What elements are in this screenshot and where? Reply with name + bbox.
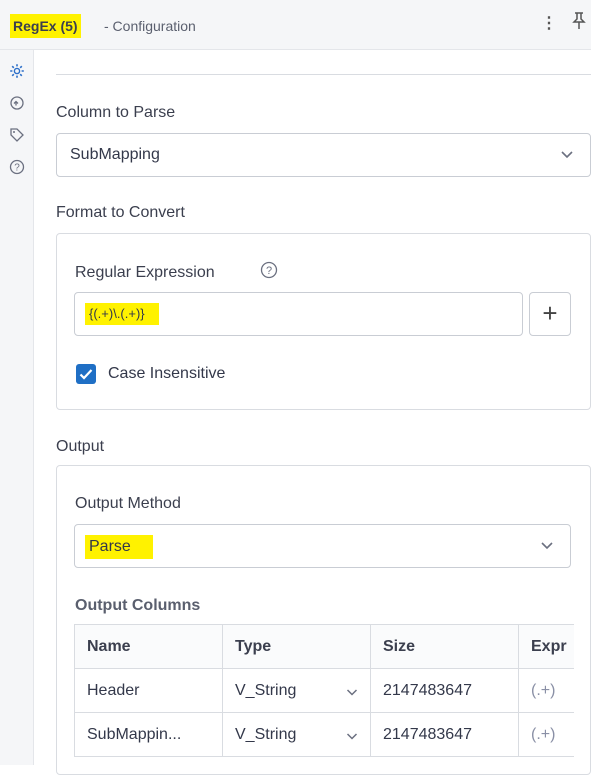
case-insensitive-checkbox[interactable] [76,364,96,384]
title-suffix: - Configuration [104,18,196,34]
cycle-icon[interactable] [8,94,26,112]
chevron-down-icon [540,538,554,552]
type-value: V_String [235,681,297,699]
regex-value: {(.+)\.(.+)} [85,303,159,325]
case-insensitive-label: Case Insensitive [108,365,226,382]
type-select[interactable]: V_String [222,712,371,757]
title-bar: RegEx (5) - Configuration ⋮ [0,0,591,50]
table-row: Header V_String 2147483647 (.+) [74,668,574,713]
output-columns-table: Name Type Size Expr Header V_String 2147… [74,624,574,765]
gear-icon[interactable] [8,62,26,80]
size-cell[interactable]: 2147483647 [370,668,519,713]
svg-text:?: ? [14,163,20,174]
column-to-parse-select[interactable]: SubMapping [56,133,591,177]
column-header-type[interactable]: Type [222,624,371,669]
output-method-label: Output Method [75,495,181,512]
column-to-parse-label: Column to Parse [56,104,176,121]
pin-icon[interactable] [572,12,586,38]
expression-cell: (.+) [518,668,574,713]
chevron-down-icon [346,685,358,697]
chevron-down-icon [346,729,358,741]
add-expression-button[interactable]: + [529,292,571,336]
help-icon[interactable]: ? [260,261,278,279]
name-cell[interactable]: SubMappin... [74,712,223,757]
chevron-down-icon [560,147,574,161]
output-columns-label: Output Columns [75,597,201,614]
sidebar: ? [0,50,34,765]
column-header-size[interactable]: Size [370,624,519,669]
name-cell[interactable]: Header [74,668,223,713]
size-cell[interactable]: 2147483647 [370,712,519,757]
tool-name: RegEx (5) [10,14,81,38]
kebab-menu-icon[interactable]: ⋮ [541,12,557,36]
column-header-expression[interactable]: Expr [518,624,574,669]
svg-text:?: ? [266,265,272,277]
table-header-row: Name Type Size Expr [74,624,574,669]
column-to-parse-value: SubMapping [70,146,160,163]
divider [56,74,591,75]
output-label: Output [56,438,105,455]
output-method-select[interactable]: Parse [74,524,571,568]
output-method-value: Parse [85,535,153,559]
regex-input[interactable]: {(.+)\.(.+)} [74,292,523,336]
configuration-panel: Column to Parse SubMapping Format to Con… [34,50,591,775]
regular-expression-label: Regular Expression [75,264,215,281]
tag-icon[interactable] [8,126,26,144]
help-icon[interactable]: ? [8,158,26,176]
type-value: V_String [235,725,297,743]
column-header-name[interactable]: Name [74,624,223,669]
format-to-convert-label: Format to Convert [56,204,185,221]
type-select[interactable]: V_String [222,668,371,713]
table-row: SubMappin... V_String 2147483647 (.+) [74,712,574,757]
expression-cell: (.+) [518,712,574,757]
